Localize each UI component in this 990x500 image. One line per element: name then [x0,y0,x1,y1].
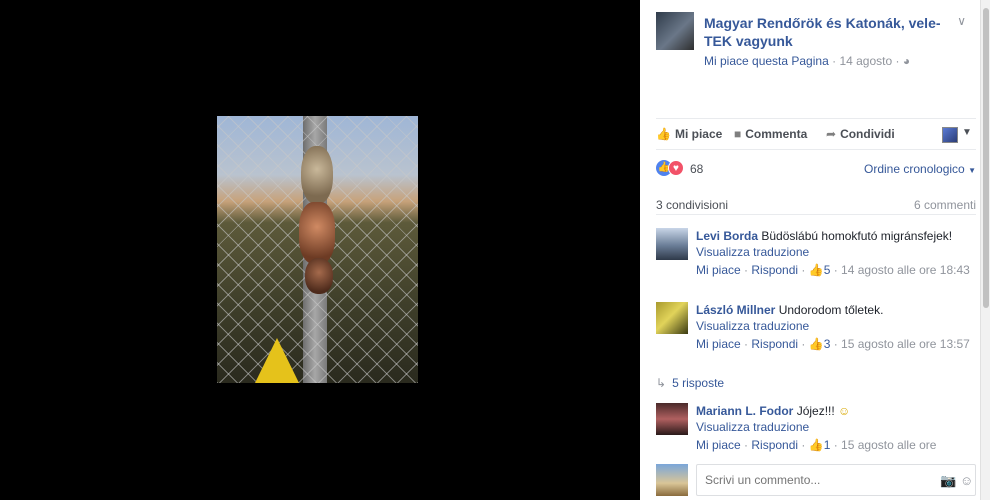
like-count-icon: 👍 [808,337,824,351]
comment-time[interactable]: 15 agosto alle ore 13:57 [841,337,970,351]
comment-author[interactable]: Levi Borda [696,229,758,243]
like-page-link[interactable]: Mi piace questa Pagina [704,54,829,68]
comment-like-count[interactable]: 3 [824,337,831,351]
like-count-icon: 👍 [808,263,824,277]
comment-author[interactable]: László Millner [696,303,775,317]
avatar[interactable] [656,302,688,334]
write-comment: 📷 ☺ [656,464,976,496]
order-label: Ordine cronologico [864,162,965,176]
post-header: Magyar Rendőrök és Katonák, vele-TEK vag… [656,12,966,72]
comment-text: Undorodom tőletek. [778,303,884,317]
comment-label: Commenta [745,127,808,141]
post-meta: Mi piace questa Pagina · 14 agosto · ◕ [704,54,910,68]
post-side-panel: Magyar Rendőrök és Katonák, vele-TEK vag… [640,0,980,500]
caret-down-icon: ▼ [962,127,972,138]
like-label: Mi piace [674,127,723,141]
comment-icon: ■ [734,127,742,141]
translate-link[interactable]: Visualizza traduzione [696,318,976,334]
comments-count[interactable]: 6 commenti [914,198,976,212]
comment-meta: Mi piace · Rispondi · 👍3 · 15 agosto all… [696,337,970,351]
audience-avatar [942,127,958,143]
photo-viewer [0,0,640,500]
replies-label: 5 risposte [672,376,725,390]
avatar [656,464,688,496]
share-button[interactable]: ➦ Condividi [826,127,895,141]
comment-body: Mariann L. Fodor Jójez!!! ☺ Visualizza t… [696,403,976,453]
caret-down-icon: ▼ [968,166,976,175]
camera-icon[interactable]: 📷 [940,473,956,489]
smiley-icon[interactable]: ☺ [960,473,973,488]
comment-item: László Millner Undorodom tőletek. Visual… [656,302,976,368]
avatar[interactable] [656,403,688,435]
yellow-tape [255,338,299,383]
reactions-bar: 👍 ♥ 68 Ordine cronologico ▼ [656,160,976,180]
scrollbar[interactable] [980,0,990,500]
reply-arrow-icon: ↳ [656,376,667,390]
comment-like-link[interactable]: Mi piace [696,438,741,452]
post-actions: 👍 Mi piace ■ Commenta ➦ Condividi ▼ [656,118,976,150]
meta-separator: · [832,54,837,68]
view-replies-link[interactable]: ↳ 5 risposte [656,376,724,390]
comment-item: Levi Borda Büdöslábú homokfutó migránsfe… [656,228,976,294]
comment-time[interactable]: 15 agosto alle ore [841,438,936,452]
mask-middle [299,202,335,264]
reaction-count[interactable]: 68 [690,162,703,176]
post-date[interactable]: 14 agosto [839,54,892,68]
comment-text: Büdöslábú homokfutó migránsfejek! [761,229,953,243]
comment-order-dropdown[interactable]: Ordine cronologico ▼ [864,162,976,176]
comment-item: Mariann L. Fodor Jójez!!! ☺ Visualizza t… [656,403,976,455]
comment-like-count[interactable]: 1 [824,438,831,452]
comment-reply-link[interactable]: Rispondi [751,263,798,277]
comment-input[interactable] [696,464,976,496]
comment-body: Levi Borda Büdöslábú homokfutó migránsfe… [696,228,976,278]
share-audience-selector[interactable]: ▼ [942,127,972,143]
comment-author[interactable]: Mariann L. Fodor [696,404,793,418]
comment-button[interactable]: ■ Commenta [734,127,807,141]
like-button[interactable]: 👍 Mi piace [656,127,722,141]
comment-like-count[interactable]: 5 [824,263,831,277]
avatar[interactable] [656,228,688,260]
comment-reply-link[interactable]: Rispondi [751,438,798,452]
love-reaction-icon[interactable]: ♥ [668,160,684,176]
mask-bottom [305,258,333,294]
page-avatar[interactable] [656,12,694,50]
comment-meta: Mi piace · Rispondi · 👍1 · 15 agosto all… [696,438,937,452]
smiley-icon: ☺ [838,404,851,418]
shares-count[interactable]: 3 condivisioni [656,198,728,212]
comment-like-link[interactable]: Mi piace [696,337,741,351]
share-label: Condividi [840,127,895,141]
post-photo[interactable] [217,116,418,383]
mask-top [301,146,333,204]
share-icon: ➦ [826,127,837,141]
thumbs-up-icon: 👍 [656,127,671,141]
like-count-icon: 👍 [808,438,824,452]
comment-text: Jójez!!! [796,404,835,418]
meta-separator: · [895,54,900,68]
comment-meta: Mi piace · Rispondi · 👍5 · 14 agosto all… [696,263,970,277]
translate-link[interactable]: Visualizza traduzione [696,244,976,260]
scroll-thumb[interactable] [983,8,989,308]
comment-reply-link[interactable]: Rispondi [751,337,798,351]
chevron-down-icon[interactable]: ∨ [957,14,966,28]
translate-link[interactable]: Visualizza traduzione [696,419,976,435]
engagement-counts: 3 condivisioni 6 commenti [656,196,976,215]
page-name-link[interactable]: Magyar Rendőrök és Katonák, vele-TEK vag… [704,14,954,50]
comment-like-link[interactable]: Mi piace [696,263,741,277]
comment-body: László Millner Undorodom tőletek. Visual… [696,302,976,352]
comment-time[interactable]: 14 agosto alle ore 18:43 [841,263,970,277]
globe-icon: ◕ [902,54,911,68]
